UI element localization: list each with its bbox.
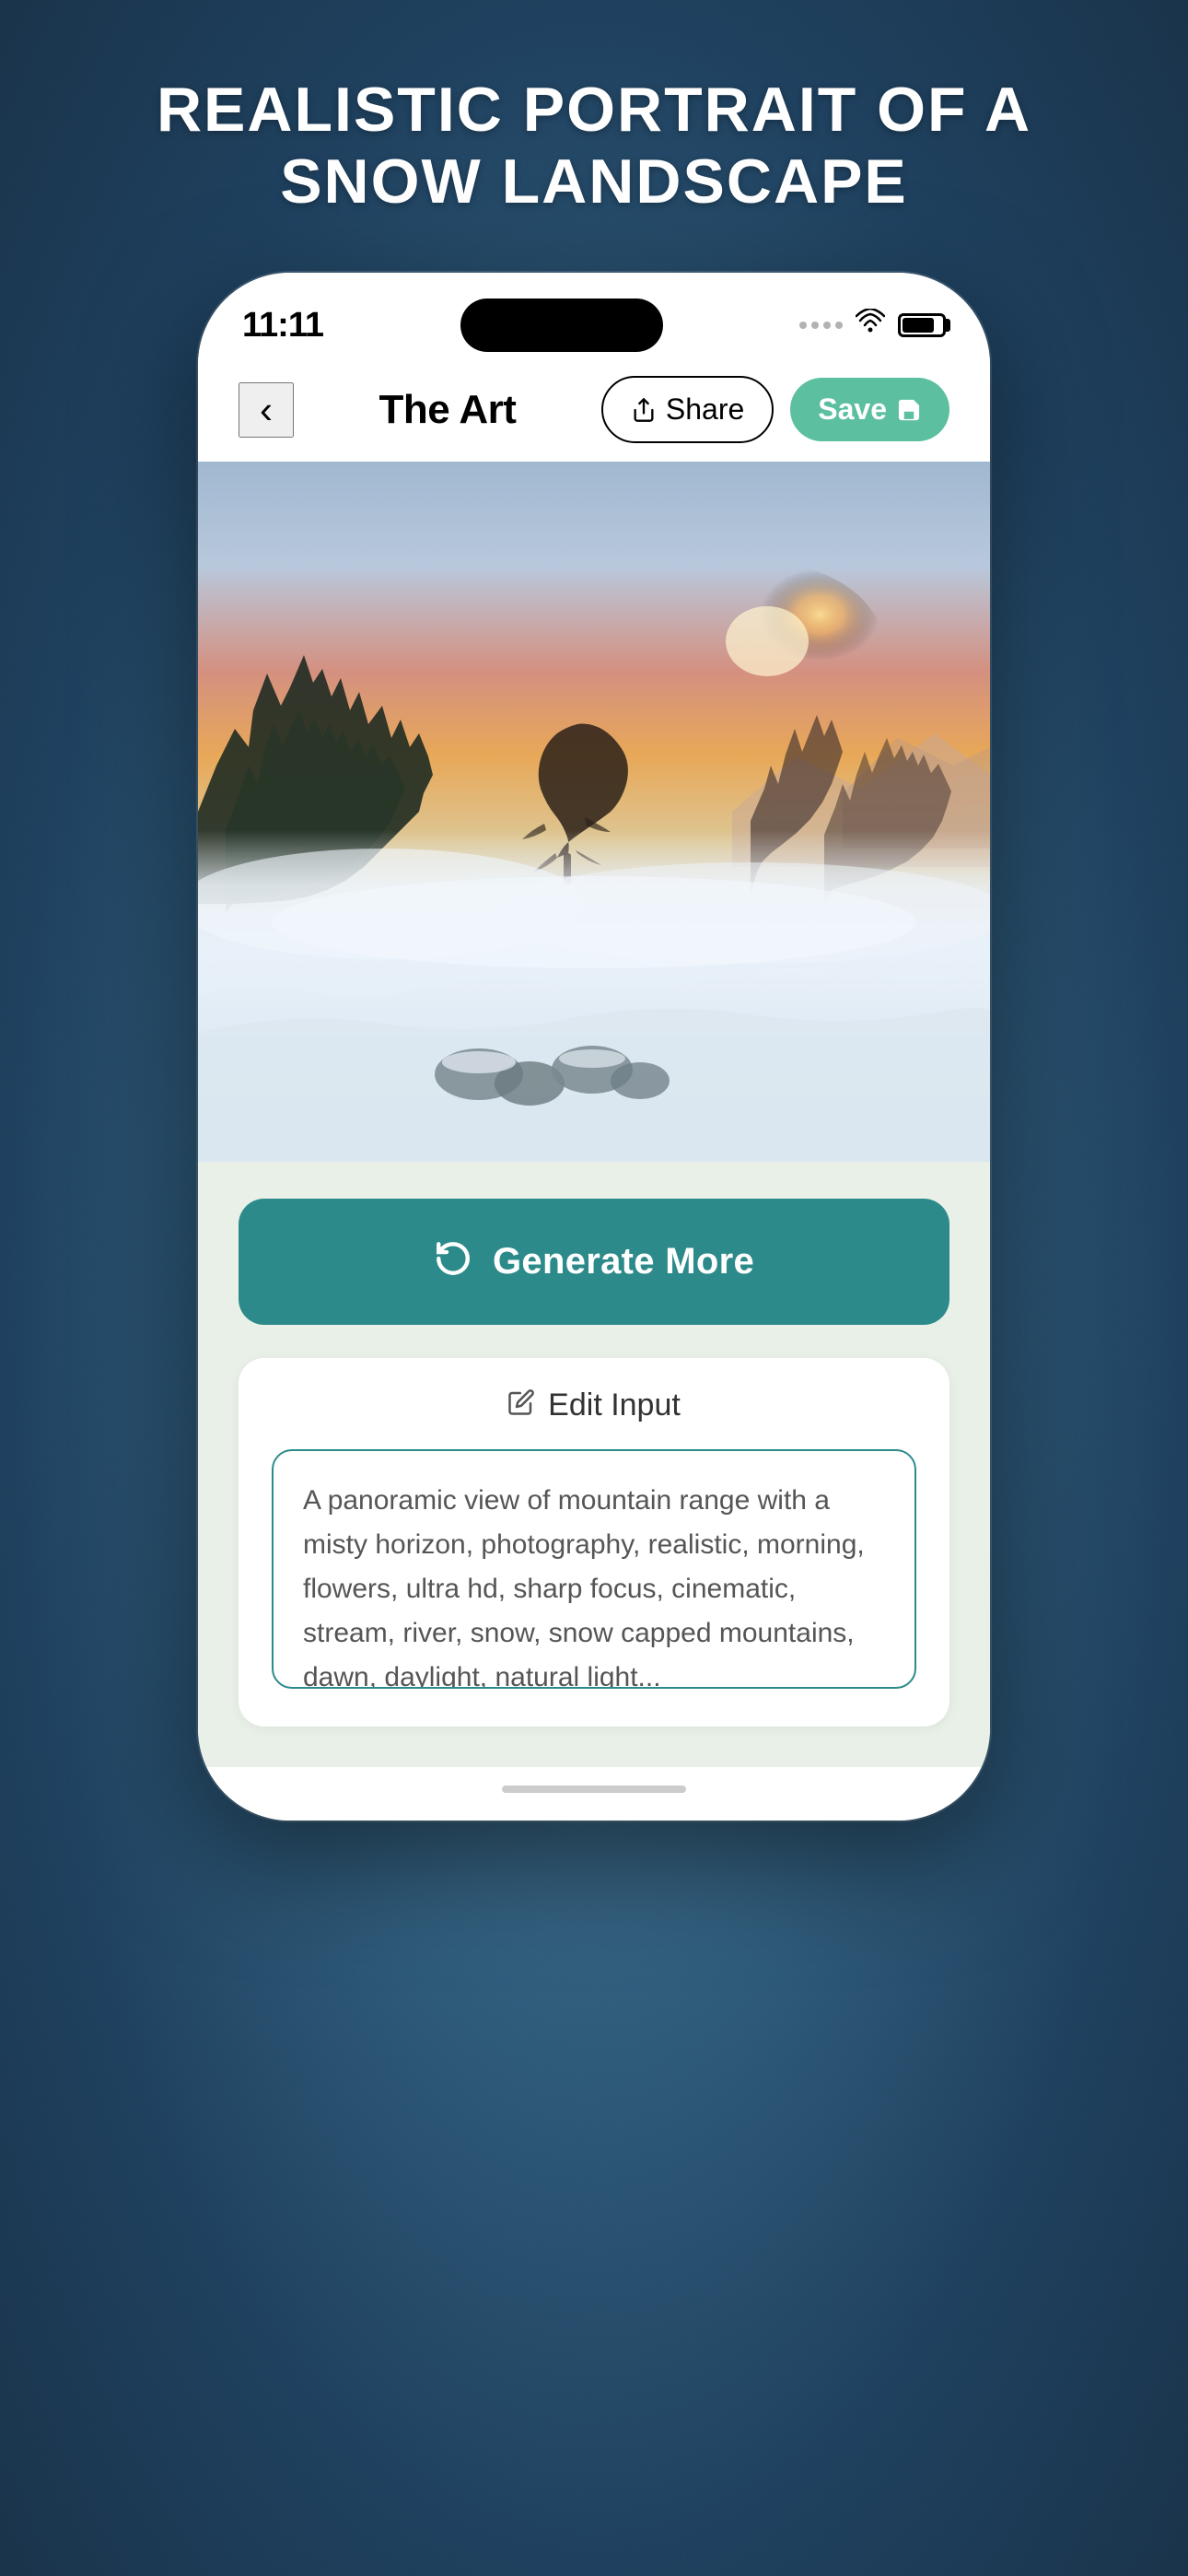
status-bar: 11:11: [198, 273, 990, 361]
landscape-image: [198, 462, 990, 1162]
home-bar: [502, 1786, 686, 1793]
share-button[interactable]: Share: [601, 376, 774, 443]
page-title: REALISTIC PORTRAIT OF A SNOW LANDSCAPE: [0, 74, 1188, 217]
generate-more-label: Generate More: [493, 1241, 754, 1282]
back-arrow-icon: ‹: [260, 391, 273, 429]
nav-title: The Art: [379, 387, 517, 433]
status-time: 11:11: [242, 306, 323, 345]
share-icon: [631, 397, 657, 423]
content-area: Generate More Edit Input: [198, 1162, 990, 1767]
nav-action-buttons: Share Save: [601, 376, 949, 443]
dynamic-island: [460, 299, 663, 352]
pencil-icon: [507, 1388, 535, 1423]
signal-icon: [799, 322, 843, 329]
nav-bar: ‹ The Art Share Save: [198, 361, 990, 462]
generate-icon: [434, 1239, 472, 1284]
edit-input-header: Edit Input: [272, 1388, 916, 1423]
prompt-textarea[interactable]: [272, 1449, 916, 1689]
back-button[interactable]: ‹: [239, 382, 294, 438]
wifi-icon: [856, 309, 885, 342]
save-button[interactable]: Save: [790, 378, 949, 441]
home-indicator-area: [198, 1767, 990, 1821]
edit-input-title: Edit Input: [548, 1388, 681, 1423]
phone-mockup: 11:11: [198, 273, 990, 1821]
save-button-label: Save: [818, 392, 887, 427]
generate-more-button[interactable]: Generate More: [239, 1199, 949, 1325]
battery-icon: [898, 313, 946, 337]
status-icons: [799, 309, 946, 342]
share-button-label: Share: [666, 392, 744, 427]
save-icon: [896, 397, 922, 423]
edit-input-card: Edit Input: [239, 1358, 949, 1727]
